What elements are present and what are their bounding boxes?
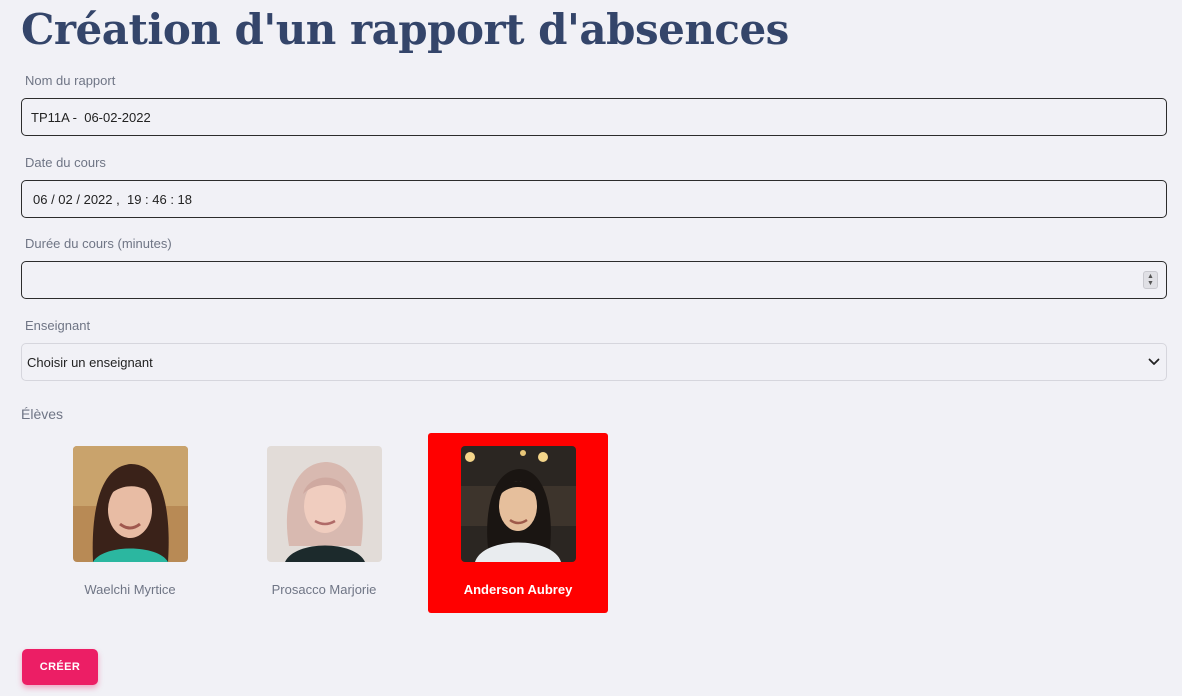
students-label: Élèves (21, 406, 64, 422)
create-button[interactable]: CRÉER (22, 649, 98, 685)
student-name: Prosacco Marjorie (271, 582, 377, 597)
teacher-select[interactable]: Choisir un enseignant (21, 343, 1167, 381)
report-creation-page: Création d'un rapport d'absences Nom du … (0, 0, 1182, 696)
page-title: Création d'un rapport d'absences (21, 5, 789, 54)
student-card-anderson-aubrey[interactable]: Anderson Aubrey (428, 433, 608, 613)
report-name-label: Nom du rapport (25, 73, 116, 88)
student-card-prosacco-marjorie[interactable]: Prosacco Marjorie (234, 433, 414, 613)
course-duration-label: Durée du cours (minutes) (25, 236, 172, 251)
teacher-label: Enseignant (25, 318, 91, 333)
student-avatar (460, 446, 576, 562)
course-date-label: Date du cours (25, 155, 106, 170)
number-spinner-icon[interactable]: ▲ ▼ (1143, 271, 1158, 289)
student-name: Anderson Aubrey (463, 582, 573, 597)
spinner-down-icon[interactable]: ▼ (1147, 280, 1154, 287)
student-card-waelchi-myrtice[interactable]: Waelchi Myrtice (40, 433, 220, 613)
report-name-value: TP11A - 06-02-2022 (31, 109, 151, 125)
course-date-input[interactable]: 06 / 02 / 2022 , 19 : 46 : 18 (21, 180, 1167, 218)
student-avatar (72, 446, 188, 562)
teacher-select-value: Choisir un enseignant (27, 354, 153, 370)
chevron-down-icon (1148, 358, 1166, 366)
course-duration-input[interactable]: ▲ ▼ (21, 261, 1167, 299)
report-name-input[interactable]: TP11A - 06-02-2022 (21, 98, 1167, 136)
spinner-up-icon[interactable]: ▲ (1147, 273, 1154, 280)
student-name: Waelchi Myrtice (84, 582, 176, 597)
student-avatar (266, 446, 382, 562)
course-date-value: 06 / 02 / 2022 , 19 : 46 : 18 (33, 191, 193, 207)
